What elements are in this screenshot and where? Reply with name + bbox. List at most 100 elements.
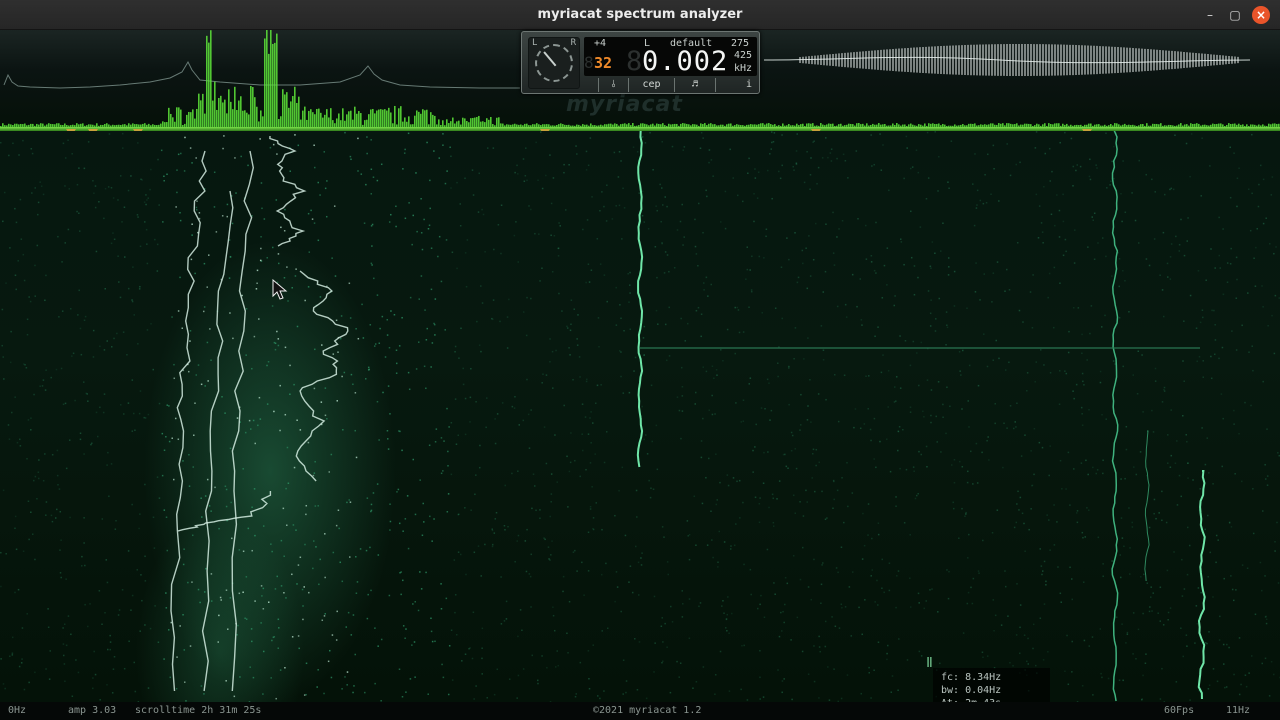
noise-speck xyxy=(1134,219,1137,222)
noise-speck xyxy=(1100,672,1102,675)
spectrum-bar xyxy=(378,109,380,128)
noise-speck xyxy=(1163,388,1165,391)
noise-speck xyxy=(567,506,569,508)
noise-speck xyxy=(686,520,689,522)
noise-speck xyxy=(285,487,287,490)
noise-speck xyxy=(453,559,456,561)
close-icon[interactable]: × xyxy=(1252,6,1270,24)
noise-speck xyxy=(1238,637,1241,639)
noise-speck xyxy=(1024,550,1026,553)
noise-speck xyxy=(465,285,468,288)
noise-speck xyxy=(576,153,578,155)
noise-speck xyxy=(640,564,643,566)
noise-speck xyxy=(771,197,773,200)
info-button[interactable]: i xyxy=(742,78,756,92)
noise-speck xyxy=(491,545,494,548)
noise-speck xyxy=(64,185,66,187)
noise-speck xyxy=(801,650,804,653)
noise-speck xyxy=(276,575,279,578)
noise-speck xyxy=(1152,431,1155,433)
noise-speck xyxy=(395,205,397,208)
noise-speck xyxy=(1121,623,1123,625)
noise-speck xyxy=(588,281,591,283)
noise-speck xyxy=(14,527,16,530)
noise-speck xyxy=(447,493,450,495)
noise-speck xyxy=(1201,137,1203,139)
noise-speck xyxy=(888,189,890,192)
noise-speck xyxy=(517,173,519,175)
noise-speck xyxy=(1180,495,1183,498)
spectrum-bar xyxy=(390,112,392,128)
noise-speck xyxy=(895,400,897,402)
noise-speck xyxy=(274,348,277,351)
noise-speck xyxy=(661,617,664,619)
tuner-fork-icon[interactable]: ⫰ xyxy=(598,78,628,92)
noise-speck xyxy=(1123,545,1125,548)
stereo-meter-dial[interactable]: L R xyxy=(528,37,580,89)
noise-speck xyxy=(873,269,876,272)
noise-speck xyxy=(788,403,790,406)
noise-speck xyxy=(244,617,246,620)
noise-speck xyxy=(77,314,79,316)
noise-speck xyxy=(1162,231,1165,234)
music-note-icon[interactable]: ♬ xyxy=(674,78,716,92)
spectrogram-waterfall[interactable] xyxy=(0,131,1280,702)
noise-speck xyxy=(1146,582,1149,584)
noise-speck xyxy=(9,361,12,364)
noise-speck xyxy=(221,215,224,217)
noise-speck xyxy=(920,341,923,344)
noise-speck xyxy=(1210,355,1212,358)
noise-speck xyxy=(69,516,71,519)
noise-speck xyxy=(877,641,880,644)
noise-speck xyxy=(87,625,89,628)
noise-speck xyxy=(505,618,508,620)
noise-speck xyxy=(1187,462,1189,464)
noise-speck xyxy=(780,630,783,632)
noise-speck xyxy=(279,384,281,387)
noise-speck xyxy=(321,619,324,622)
noise-speck xyxy=(1181,595,1184,597)
noise-speck xyxy=(2,356,4,358)
noise-speck xyxy=(1043,603,1046,605)
minimize-icon[interactable]: – xyxy=(1201,6,1219,24)
measure-cursor-icon[interactable]: Ⅱ xyxy=(926,655,933,671)
noise-speck xyxy=(618,204,621,207)
noise-speck xyxy=(530,409,532,411)
noise-speck xyxy=(655,309,658,312)
noise-speck xyxy=(929,589,931,591)
maximize-icon[interactable]: ▢ xyxy=(1226,6,1244,24)
noise-speck xyxy=(204,591,206,593)
noise-speck xyxy=(1067,683,1070,686)
noise-speck xyxy=(551,540,553,542)
noise-speck xyxy=(810,157,812,159)
noise-speck xyxy=(653,671,655,673)
noise-speck xyxy=(39,181,41,183)
noise-speck xyxy=(275,199,278,201)
noise-speck xyxy=(550,202,553,205)
noise-speck xyxy=(603,461,606,464)
noise-speck xyxy=(108,133,111,135)
noise-speck xyxy=(1035,131,1038,133)
noise-speck xyxy=(572,378,574,381)
amp-readout[interactable]: amp 3.03 xyxy=(68,705,116,716)
noise-speck xyxy=(912,340,915,343)
noise-speck xyxy=(427,227,430,230)
noise-speck xyxy=(12,142,14,145)
tab-cep[interactable]: cep xyxy=(628,78,674,92)
noise-speck xyxy=(183,681,186,683)
noise-speck xyxy=(763,257,765,259)
noise-speck xyxy=(1167,618,1169,621)
noise-speck xyxy=(28,681,30,684)
noise-speck xyxy=(1262,178,1265,181)
noise-speck xyxy=(1240,683,1242,686)
noise-speck xyxy=(742,420,745,422)
noise-speck xyxy=(832,507,834,510)
noise-speck xyxy=(686,322,689,325)
noise-speck xyxy=(376,294,379,296)
noise-speck xyxy=(910,256,913,259)
scrolltime-readout[interactable]: scrolltime 2h 31m 25s xyxy=(135,705,261,716)
noise-speck xyxy=(260,182,263,184)
noise-speck xyxy=(26,613,28,615)
noise-speck xyxy=(350,158,352,161)
noise-speck xyxy=(1267,324,1269,327)
